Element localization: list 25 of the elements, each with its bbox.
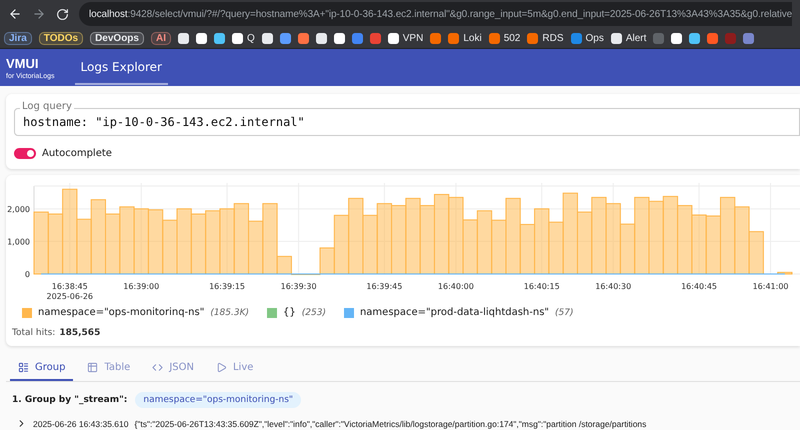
x-tick-label: 16:39:00 xyxy=(123,282,160,291)
x-tick-label: 16:39:15 xyxy=(209,282,246,291)
stream-tag: namespace="ops-monitoring-ns" xyxy=(135,392,302,408)
x-tick-label: 16:39:30 xyxy=(280,282,317,291)
x-tick-label: 16:41:00 xyxy=(752,282,789,291)
x-tick-label: 16:40:00 xyxy=(438,282,474,291)
total-hits-value: 185,565 xyxy=(59,328,100,338)
x-tick-label: 16:39:45 xyxy=(366,282,402,291)
field-label: Log query xyxy=(20,101,74,113)
y-tick-label: 0 xyxy=(24,270,30,279)
x-tick-label: 16:38:45 xyxy=(52,282,88,291)
x-tick-label: 16:40:15 xyxy=(524,282,560,291)
total-hits-label: Total hits: xyxy=(12,328,56,338)
log-time: 2025-06-26 16:43:35.610 xyxy=(33,418,128,428)
x-tick-label: 16:40:45 xyxy=(681,282,717,291)
x-tick-label: 16:40:30 xyxy=(595,282,632,291)
group-title: 1. Group by "_stream": xyxy=(12,395,128,405)
y-tick-label: 1,000 xyxy=(7,237,30,246)
legend-count: (57) xyxy=(555,308,574,318)
date-label: 2025-06-26 xyxy=(46,292,93,299)
y-tick-label: 2,000 xyxy=(7,204,30,214)
log-message: {"ts":"2025-06-26T13:43:35.609Z","level":"info","caller":"VictoriaMetrics/lib/logstorage/partition.go:174","msg":"partition /storage/partitions xyxy=(134,418,646,428)
legend-count: (253) xyxy=(302,308,326,318)
toggle-label: Autocomplete xyxy=(42,148,112,159)
legend-count: (185.3K) xyxy=(210,308,250,318)
